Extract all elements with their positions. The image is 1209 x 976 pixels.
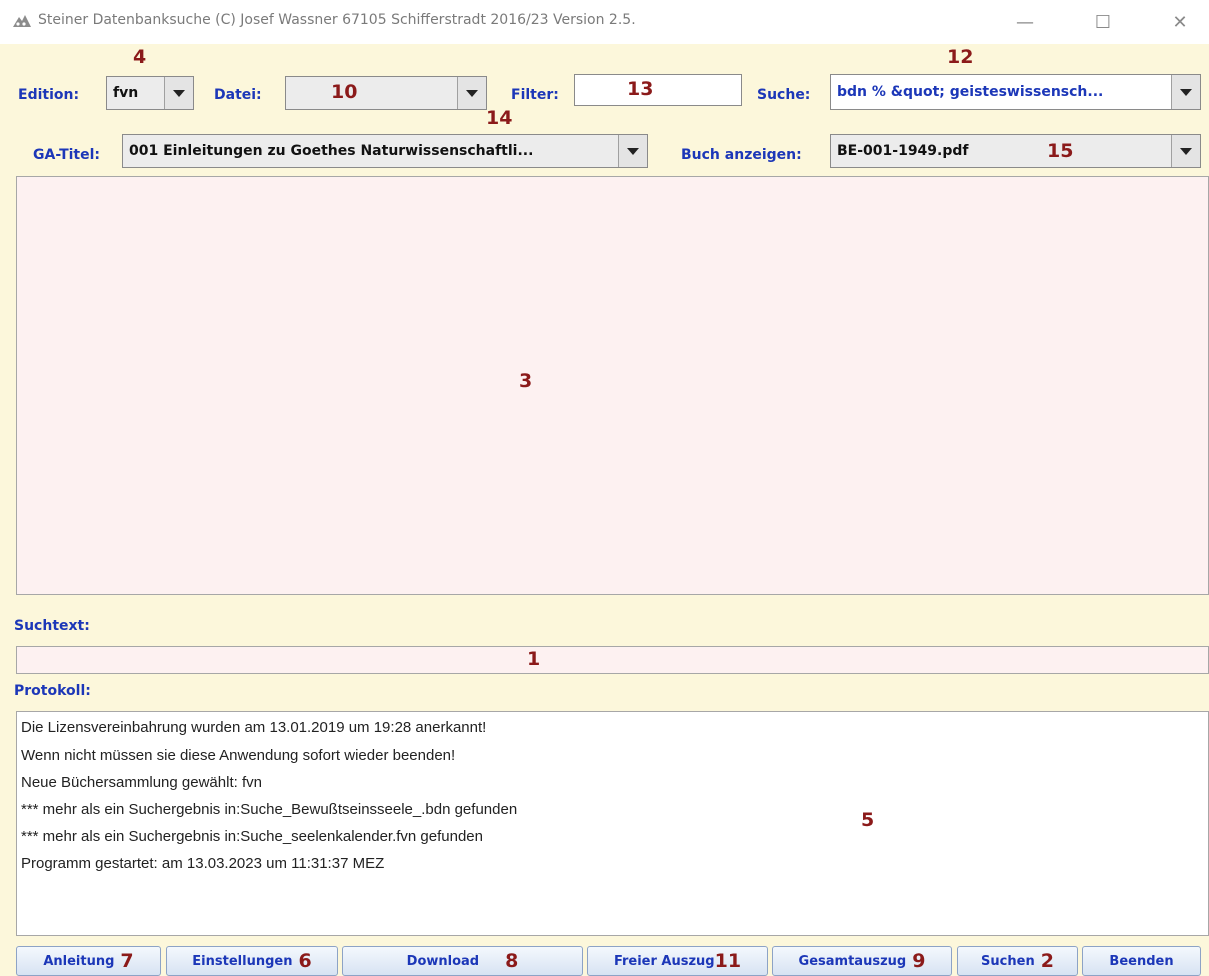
log-line: Neue Büchersammlung gewählt: fvn (21, 774, 262, 791)
title-bar: Steiner Datenbanksuche (C) Josef Wassner… (0, 0, 1209, 44)
annotation-15: 15 (1047, 140, 1074, 162)
gesamtauszug-button[interactable]: Gesamtauszug 9 (772, 946, 952, 976)
annotation-8: 8 (505, 950, 519, 972)
protokoll-label: Protokoll: (14, 683, 91, 699)
annotation-2: 2 (1040, 950, 1054, 972)
ga-titel-dropdown-button[interactable] (618, 135, 647, 167)
window-title: Steiner Datenbanksuche (C) Josef Wassner… (38, 12, 636, 28)
annotation-4: 4 (133, 46, 147, 68)
protokoll-log[interactable]: Die Lizensvereinbahrung wurden am 13.01.… (16, 711, 1209, 936)
buch-anzeigen-value: BE-001-1949.pdf (837, 143, 969, 159)
edition-dropdown-button[interactable] (164, 77, 193, 109)
annotation-14: 14 (486, 107, 513, 129)
filter-label: Filter: (511, 87, 559, 103)
suchen-button[interactable]: Suchen 2 (957, 946, 1078, 976)
einstellungen-button[interactable]: Einstellungen 6 (166, 946, 338, 976)
chevron-down-icon (173, 89, 185, 97)
buch-anzeigen-combobox[interactable]: BE-001-1949.pdf (830, 134, 1201, 168)
buch-anzeigen-dropdown-button[interactable] (1171, 135, 1200, 167)
edition-label: Edition: (18, 87, 80, 103)
freier-auszug-button[interactable]: Freier Auszug 11 (587, 946, 768, 976)
datei-dropdown-button[interactable] (457, 77, 486, 109)
close-button[interactable]: ✕ (1160, 8, 1200, 36)
log-line: Die Lizensvereinbahrung wurden am 13.01.… (21, 719, 487, 736)
result-text-area[interactable] (16, 176, 1209, 595)
suche-label: Suche: (757, 87, 811, 103)
suchtext-field[interactable] (16, 646, 1209, 674)
chevron-down-icon (1180, 147, 1192, 155)
annotation-10: 10 (331, 81, 358, 103)
app-icon (13, 15, 31, 27)
beenden-label: Beenden (1109, 953, 1174, 969)
ga-titel-label: GA-Titel: (33, 147, 101, 163)
filter-input[interactable] (574, 74, 742, 106)
suche-combobox[interactable]: bdn % &quot; geisteswissensch... (830, 74, 1201, 110)
log-line: *** mehr als ein Suchergebnis in:Suche_B… (21, 801, 518, 818)
chevron-down-icon (466, 89, 478, 97)
edition-combobox[interactable]: fvn (106, 76, 194, 110)
suchtext-label: Suchtext: (14, 618, 90, 634)
log-line: *** mehr als ein Suchergebnis in:Suche_s… (21, 828, 483, 845)
annotation-7: 7 (120, 950, 134, 972)
download-button[interactable]: Download 8 (342, 946, 583, 976)
annotation-9: 9 (912, 950, 926, 972)
minimize-button[interactable]: — (1005, 8, 1045, 36)
annotation-6: 6 (298, 950, 312, 972)
einstellungen-label: Einstellungen (192, 953, 293, 969)
annotation-12: 12 (947, 46, 974, 68)
ga-titel-value: 001 Einleitungen zu Goethes Naturwissens… (129, 143, 534, 159)
anleitung-label: Anleitung (43, 953, 115, 969)
annotation-5: 5 (861, 809, 875, 831)
datei-label: Datei: (214, 87, 262, 103)
suche-value: bdn % &quot; geisteswissensch... (837, 84, 1104, 100)
edition-value: fvn (113, 85, 139, 101)
annotation-1: 1 (527, 648, 541, 670)
freier-auszug-label: Freier Auszug (613, 953, 715, 969)
annotation-13: 13 (627, 78, 654, 100)
annotation-11: 11 (714, 950, 742, 972)
chevron-down-icon (1180, 88, 1192, 96)
download-label: Download (406, 953, 480, 969)
annotation-3: 3 (519, 370, 533, 392)
log-line: Programm gestartet: am 13.03.2023 um 11:… (21, 855, 385, 872)
gesamtauszug-label: Gesamtauszug (798, 953, 907, 969)
suche-dropdown-button[interactable] (1171, 75, 1200, 109)
log-line: Wenn nicht müssen sie diese Anwendung so… (21, 747, 456, 764)
chevron-down-icon (627, 147, 639, 155)
buch-anzeigen-label: Buch anzeigen: (681, 147, 802, 163)
datei-combobox[interactable] (285, 76, 487, 110)
beenden-button[interactable]: Beenden (1082, 946, 1201, 976)
ga-titel-combobox[interactable]: 001 Einleitungen zu Goethes Naturwissens… (122, 134, 648, 168)
maximize-button[interactable]: ☐ (1083, 8, 1123, 36)
anleitung-button[interactable]: Anleitung 7 (16, 946, 161, 976)
suchen-label: Suchen (981, 953, 1035, 969)
